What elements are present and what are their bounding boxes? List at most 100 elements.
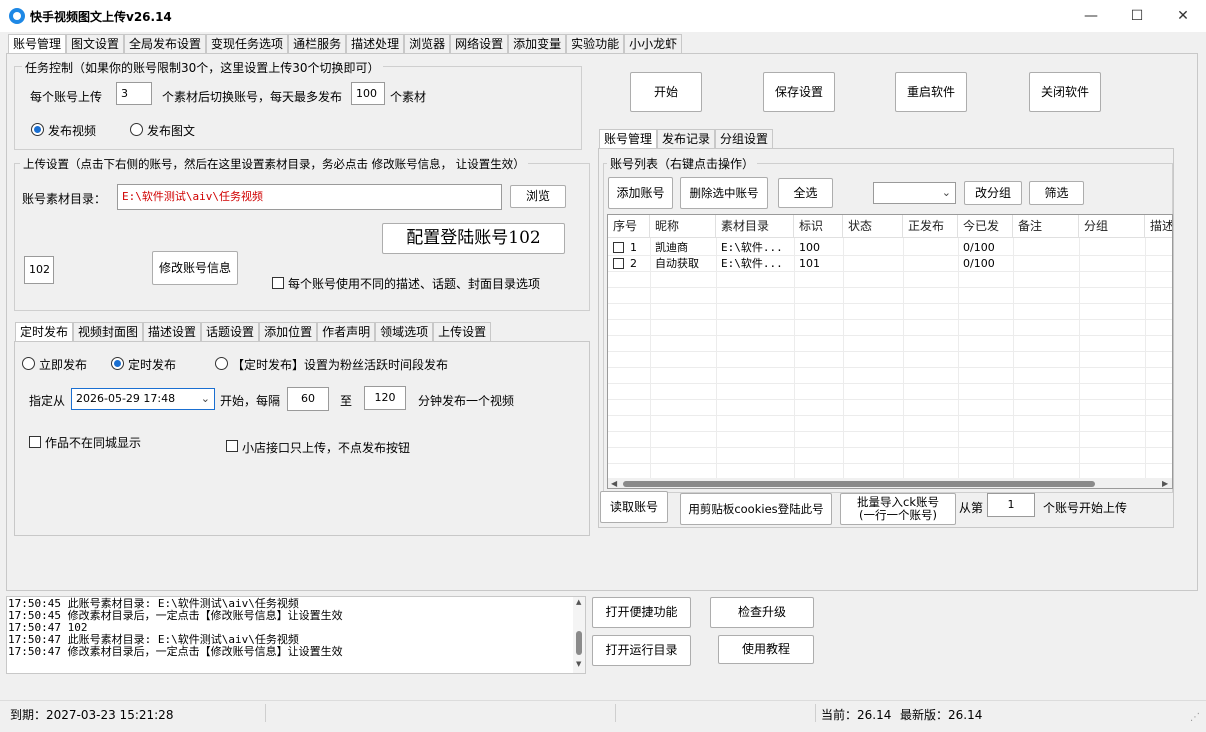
row-today: 0/100 bbox=[963, 241, 995, 254]
tab-global-publish[interactable]: 全局发布设置 bbox=[124, 34, 207, 55]
publish-now-radio[interactable] bbox=[22, 357, 35, 370]
account-id-input[interactable]: 102 bbox=[24, 256, 54, 284]
interval-to-input[interactable]: 120 bbox=[364, 386, 406, 410]
log-content: 17:50:45 此账号素材目录: E:\软件测试\aiv\任务视频 17:50… bbox=[8, 598, 343, 658]
scroll-down-icon[interactable]: ▼ bbox=[576, 660, 581, 668]
account-table: 序号 昵称 素材目录 标识 状态 正发布 今已发 备注 分组 描述 1 凯迪商 … bbox=[607, 214, 1173, 489]
tab-domain-options[interactable]: 领域选项 bbox=[375, 322, 434, 343]
start-from-input[interactable]: 1 bbox=[987, 493, 1035, 517]
minimize-icon[interactable]: — bbox=[1068, 0, 1114, 32]
tutorial-button[interactable]: 使用教程 bbox=[718, 635, 814, 664]
publish-video-radio[interactable] bbox=[31, 123, 44, 136]
scroll-left-icon[interactable]: ◀ bbox=[611, 478, 617, 488]
tab-upload-settings[interactable]: 上传设置 bbox=[433, 322, 492, 343]
scroll-up-icon[interactable]: ▲ bbox=[576, 598, 581, 606]
tab-right-accounts[interactable]: 账号管理 bbox=[599, 129, 658, 150]
tab-crayfish[interactable]: 小小龙虾 bbox=[624, 34, 683, 55]
tab-variables[interactable]: 添加变量 bbox=[508, 34, 567, 55]
diff-option-checkbox[interactable] bbox=[272, 277, 284, 289]
grid-line bbox=[608, 303, 1172, 304]
timed-publish-radio[interactable] bbox=[111, 357, 124, 370]
row-id: 101 bbox=[799, 257, 820, 270]
no-city-checkbox[interactable] bbox=[29, 436, 41, 448]
datetime-picker[interactable]: 2026-05-29 17:48 ⌄ bbox=[71, 388, 215, 410]
col-group[interactable]: 分组 bbox=[1079, 215, 1145, 237]
group-select[interactable]: ⌄ bbox=[873, 182, 956, 204]
col-desc[interactable]: 描述 bbox=[1145, 215, 1172, 237]
tab-monetize[interactable]: 变现任务选项 bbox=[206, 34, 289, 55]
col-index[interactable]: 序号 bbox=[608, 215, 650, 237]
shop-only-checkbox[interactable] bbox=[226, 440, 238, 452]
publish-image-radio[interactable] bbox=[130, 123, 143, 136]
row-status bbox=[843, 240, 848, 255]
tab-video-cover[interactable]: 视频封面图 bbox=[73, 322, 144, 343]
batch-import-button[interactable]: 批量导入ck账号 (一行一个账号) bbox=[840, 493, 956, 525]
tab-publish-log[interactable]: 发布记录 bbox=[657, 129, 716, 150]
row-note bbox=[1013, 240, 1018, 255]
scroll-thumb[interactable] bbox=[623, 481, 1095, 487]
resize-grip-icon[interactable]: ⋰ bbox=[1190, 712, 1200, 723]
tab-topic-settings[interactable]: 话题设置 bbox=[201, 322, 260, 343]
fans-active-radio[interactable] bbox=[215, 357, 228, 370]
filter-button[interactable]: 筛选 bbox=[1029, 181, 1084, 205]
col-id[interactable]: 标识 bbox=[794, 215, 843, 237]
check-upgrade-button[interactable]: 检查升级 bbox=[710, 597, 814, 628]
tab-experimental[interactable]: 实验功能 bbox=[566, 34, 625, 55]
restart-button[interactable]: 重启软件 bbox=[895, 72, 967, 112]
tab-image-settings[interactable]: 图文设置 bbox=[66, 34, 125, 55]
shortcut-button[interactable]: 打开便捷功能 bbox=[592, 597, 691, 628]
col-note[interactable]: 备注 bbox=[1013, 215, 1079, 237]
save-settings-button[interactable]: 保存设置 bbox=[763, 72, 835, 112]
grid-line bbox=[608, 367, 1172, 368]
scroll-right-icon[interactable]: ▶ bbox=[1162, 478, 1168, 488]
col-status[interactable]: 状态 bbox=[843, 215, 903, 237]
tab-account-manage[interactable]: 账号管理 bbox=[8, 34, 67, 55]
clipboard-login-button[interactable]: 用剪贴板cookies登陆此号 bbox=[680, 493, 832, 525]
browse-button[interactable]: 浏览 bbox=[510, 185, 566, 208]
tab-desc-settings[interactable]: 描述设置 bbox=[143, 322, 202, 343]
table-row[interactable]: 2 自动获取 E:\软件... 101 0/100 bbox=[608, 256, 1172, 272]
scroll-thumb[interactable] bbox=[576, 631, 582, 655]
daily-max-input[interactable]: 100 bbox=[351, 82, 385, 105]
open-run-dir-button[interactable]: 打开运行目录 bbox=[592, 635, 691, 666]
chevron-down-icon[interactable]: ⌄ bbox=[201, 389, 210, 409]
read-account-button[interactable]: 读取账号 bbox=[600, 491, 668, 523]
close-icon[interactable]: ✕ bbox=[1160, 0, 1206, 32]
status-divider bbox=[615, 704, 616, 722]
add-account-button[interactable]: 添加账号 bbox=[608, 177, 673, 209]
start-button[interactable]: 开始 bbox=[630, 72, 702, 112]
table-row[interactable]: 1 凯迪商 E:\软件... 100 0/100 bbox=[608, 240, 1172, 256]
modify-account-button[interactable]: 修改账号信息 bbox=[152, 251, 238, 285]
close-app-button[interactable]: 关闭软件 bbox=[1029, 72, 1101, 112]
col-nickname[interactable]: 昵称 bbox=[650, 215, 716, 237]
horizontal-scrollbar[interactable]: ◀ ▶ bbox=[608, 478, 1172, 488]
tab-browser[interactable]: 浏览器 bbox=[404, 34, 451, 55]
dir-input[interactable]: E:\软件测试\aiv\任务视频 bbox=[117, 184, 502, 210]
chevron-down-icon[interactable]: ⌄ bbox=[942, 183, 951, 203]
row-checkbox[interactable] bbox=[613, 242, 624, 253]
config-login-button[interactable]: 配置登陆账号102 bbox=[382, 223, 565, 254]
log-scrollbar[interactable]: ▲ ▼ bbox=[573, 597, 585, 673]
tab-group-settings[interactable]: 分组设置 bbox=[715, 129, 774, 150]
interval-from-input[interactable]: 60 bbox=[287, 387, 329, 411]
tab-network[interactable]: 网络设置 bbox=[450, 34, 509, 55]
switch-label: 个素材后切换账号，每天最多发布 bbox=[162, 90, 343, 104]
tab-timed-publish[interactable]: 定时发布 bbox=[15, 322, 74, 343]
app-icon bbox=[9, 8, 25, 24]
maximize-icon[interactable]: ☐ bbox=[1114, 0, 1160, 32]
row-nickname: 自动获取 bbox=[655, 257, 699, 270]
row-checkbox[interactable] bbox=[613, 258, 624, 269]
col-dir[interactable]: 素材目录 bbox=[716, 215, 794, 237]
tab-banner-service[interactable]: 通栏服务 bbox=[288, 34, 347, 55]
select-all-button[interactable]: 全选 bbox=[778, 178, 833, 208]
log-box[interactable]: 17:50:45 此账号素材目录: E:\软件测试\aiv\任务视频 17:50… bbox=[6, 596, 586, 674]
tab-author-statement[interactable]: 作者声明 bbox=[317, 322, 376, 343]
per-account-input[interactable]: 3 bbox=[116, 82, 152, 105]
col-publishing[interactable]: 正发布 bbox=[903, 215, 958, 237]
change-group-button[interactable]: 改分组 bbox=[964, 181, 1022, 205]
tab-add-location[interactable]: 添加位置 bbox=[259, 322, 318, 343]
col-today[interactable]: 今已发 bbox=[958, 215, 1013, 237]
tab-description[interactable]: 描述处理 bbox=[346, 34, 405, 55]
delete-selected-button[interactable]: 删除选中账号 bbox=[680, 177, 768, 209]
status-divider bbox=[815, 704, 816, 722]
